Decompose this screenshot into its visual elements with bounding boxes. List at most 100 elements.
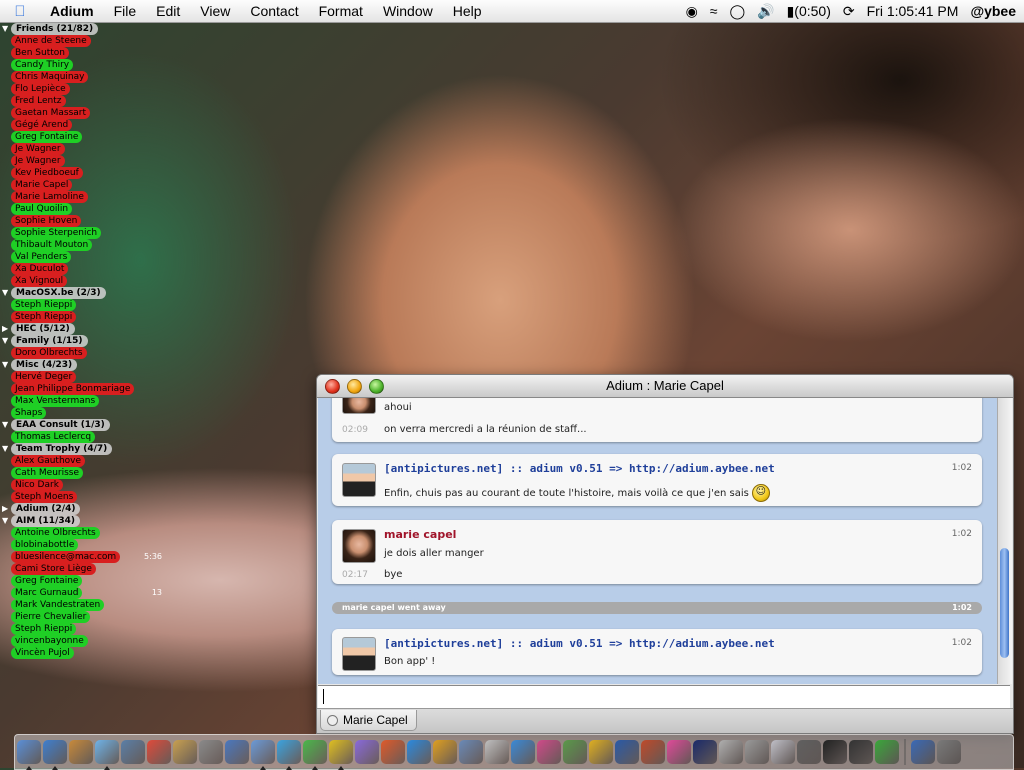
contact-group[interactable]: ▶ HEC (5/12) [2,323,162,335]
contact-item[interactable]: Pierre Chevalier [2,611,162,623]
contact-item[interactable]: Nico Dark [2,479,162,491]
disclosure-open-icon[interactable]: ▼ [2,515,11,527]
disclosure-open-icon[interactable]: ▼ [2,359,11,371]
contact-item[interactable]: Greg Fontaine [2,131,162,143]
contact-item[interactable]: Marc Gurnaud 13 [2,587,162,599]
contact-item[interactable]: Mark Vandestraten [2,599,162,611]
preview-icon[interactable] [225,740,249,764]
print-icon[interactable] [797,740,821,764]
menu-window[interactable]: Window [373,3,443,19]
pictures-icon[interactable] [537,740,561,764]
contact-item[interactable]: Antoine Olbrechts [2,527,162,539]
flower-icon[interactable] [667,740,691,764]
menu-app[interactable]: Adium [40,3,104,19]
contact-item[interactable]: Thomas Leclercq [2,431,162,443]
contact-group[interactable]: ▼ MacOSX.be (2/3) [2,287,162,299]
contact-item[interactable]: Shaps [2,407,162,419]
tools-icon[interactable] [589,740,613,764]
status-record-icon[interactable]: ◉ [686,3,698,20]
docs-icon[interactable] [911,740,935,764]
css-icon[interactable] [563,740,587,764]
contact-item[interactable]: blobinabottle [2,539,162,551]
contact-group[interactable]: ▼ Family (1/15) [2,335,162,347]
apple-icon[interactable] [771,740,795,764]
zoom-button[interactable] [369,379,384,394]
contact-item[interactable]: Hervé Deger [2,371,162,383]
contact-item[interactable]: Xa Duculot [2,263,162,275]
console-icon[interactable] [849,740,873,764]
contact-item[interactable]: Fred Lentz [2,95,162,107]
ichat-icon[interactable] [277,740,301,770]
transcript-scrollbar[interactable] [997,398,1012,684]
contact-item[interactable]: Sophie Hoven [2,215,162,227]
ical-icon[interactable] [147,740,171,764]
contact-group[interactable]: ▼ AIM (11/34) [2,515,162,527]
scissors-icon[interactable] [719,740,743,764]
contact-item[interactable]: Val Penders [2,251,162,263]
contact-item[interactable]: Greg Fontaine [2,575,162,587]
calculator-icon[interactable] [199,740,223,764]
menu-edit[interactable]: Edit [146,3,190,19]
rocket-icon[interactable] [641,740,665,764]
contact-item[interactable]: Vincèn Pujol [2,647,162,659]
iphoto-icon[interactable] [121,740,145,764]
contact-item[interactable]: Sophie Sterpenich [2,227,162,239]
contact-item[interactable]: vincenbayonne [2,635,162,647]
contact-item[interactable]: Kev Piedboeuf [2,167,162,179]
message-input[interactable] [318,685,1010,708]
contact-group[interactable]: ▼ Team Trophy (4/7) [2,443,162,455]
terminal-icon[interactable] [823,740,847,764]
contact-group[interactable]: ▼ EAA Consult (1/3) [2,419,162,431]
wifi-icon[interactable]: ≈ [710,3,718,19]
contact-item[interactable]: Anne de Steene [2,35,162,47]
message-sender[interactable]: [antipictures.net] :: adium v0.51 => htt… [384,462,775,475]
ichat-status-icon[interactable]: ◯ [729,3,745,20]
contact-item[interactable]: Chris Maquinay [2,71,162,83]
contact-item[interactable]: Gaetan Massart [2,107,162,119]
safari-icon[interactable] [407,740,431,764]
msn-icon[interactable] [303,740,327,770]
contact-item[interactable]: Je Wagner [2,155,162,167]
contact-group[interactable]: ▶ Adium (2/4) [2,503,162,515]
contact-item[interactable]: Cath Meurisse [2,467,162,479]
disclosure-open-icon[interactable]: ▼ [2,23,11,35]
contact-item[interactable]: bluesilence@mac.com 5:36 [2,551,162,563]
volume-icon[interactable]: 🔊 [757,3,774,20]
menu-help[interactable]: Help [443,3,492,19]
disclosure-open-icon[interactable]: ▼ [2,287,11,299]
frog-icon[interactable] [875,740,899,764]
contact-item[interactable]: Flo Lepièce [2,83,162,95]
close-button[interactable] [325,379,340,394]
contact-item[interactable]: Thibault Mouton [2,239,162,251]
contact-item[interactable]: Marie Capel [2,179,162,191]
contact-item[interactable]: Steph Moens [2,491,162,503]
contact-item[interactable]: Alex Gauthove [2,455,162,467]
stethoscope-icon[interactable] [745,740,769,764]
battery-icon[interactable]: ▮(0:50) [787,3,831,20]
contact-group[interactable]: ▼ Friends (21/82) [2,23,162,35]
network-icon[interactable] [381,740,405,764]
sherlock-icon[interactable] [355,740,379,764]
contact-item[interactable]: Steph Rieppi [2,311,162,323]
contact-item[interactable]: Je Wagner [2,143,162,155]
mail-icon[interactable] [251,740,275,770]
disclosure-open-icon[interactable]: ▼ [2,419,11,431]
contact-item[interactable]: Gégé Arend [2,119,162,131]
books-icon[interactable] [511,740,535,764]
contact-item[interactable]: Max Venstermans [2,395,162,407]
scrollbar-thumb[interactable] [1000,548,1009,658]
menu-contact[interactable]: Contact [240,3,308,19]
disclosure-closed-icon[interactable]: ▶ [2,503,11,515]
contact-item[interactable]: Steph Rieppi [2,623,162,635]
minimize-button[interactable] [347,379,362,394]
disclosure-open-icon[interactable]: ▼ [2,443,11,455]
guitar-icon[interactable] [69,740,93,764]
disclosure-open-icon[interactable]: ▼ [2,335,11,347]
photoshop-icon[interactable] [615,740,639,764]
apple-menu-icon[interactable]:  [0,3,40,20]
itunes-icon[interactable] [95,740,119,770]
road-icon[interactable] [433,740,457,764]
contact-item[interactable]: Paul Quoilin [2,203,162,215]
chat-transcript[interactable]: ahoui 02:09 on verra mercredi a la réuni… [318,398,998,684]
tab-marie-capel[interactable]: Marie Capel [320,710,417,731]
